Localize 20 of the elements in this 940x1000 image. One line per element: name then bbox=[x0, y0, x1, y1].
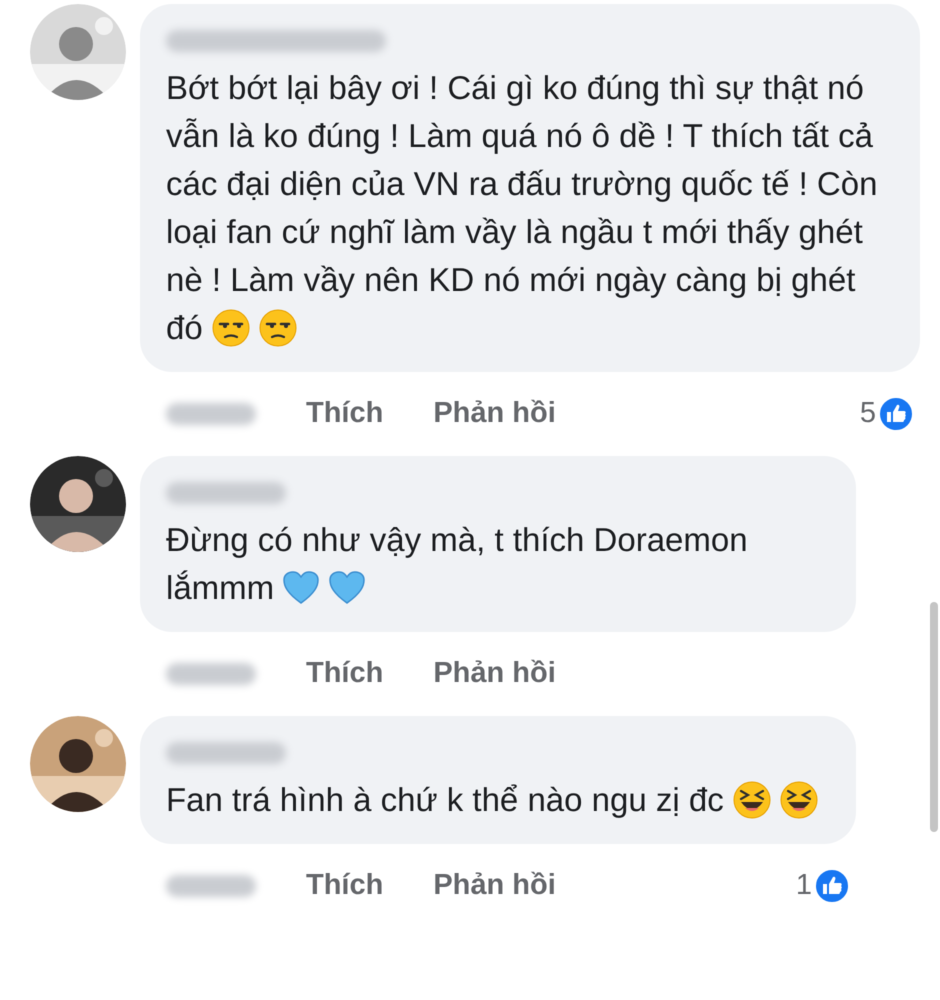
reply-link[interactable]: Phản hồi bbox=[433, 652, 556, 696]
comment-text: Đừng có như vậy mà, t thích Doraemon lắmmm bbox=[166, 520, 749, 608]
like-link[interactable]: Thích bbox=[306, 392, 384, 436]
reaction-count[interactable]: 1 bbox=[796, 864, 812, 908]
laughing-face-icon bbox=[732, 781, 771, 819]
unamused-face-icon bbox=[212, 309, 250, 347]
comment-text: Fan trá hình à chứ k thể nào ngu zị đc bbox=[166, 776, 830, 824]
like-link[interactable]: Thích bbox=[306, 652, 384, 696]
like-icon bbox=[814, 868, 850, 904]
reaction-count[interactable]: 5 bbox=[860, 392, 876, 436]
reply-link[interactable]: Phản hồi bbox=[433, 864, 556, 908]
like-link[interactable]: Thích bbox=[306, 864, 384, 908]
heart-icon bbox=[283, 571, 320, 605]
heart-icon bbox=[328, 571, 364, 605]
like-icon bbox=[878, 396, 914, 432]
reply-link[interactable]: Phản hồi bbox=[433, 392, 556, 436]
scrollbar[interactable] bbox=[930, 602, 938, 832]
comment-text: Bớt bớt lại bây ơi ! Cái gì ko đúng thì sự thật nó vẫn là ko đúng ! Làm quá nó ô dề ! T thích tất cả các đại diện của VN ra đấu trường quốc tế ! Còn loại fan cứ nghĩ làm vầy là ngầu t mới thấy ghét nè ! Làm vầy nên KD nó mới ngày càng bị ghét đó bbox=[166, 68, 878, 349]
unamused-face-icon bbox=[259, 309, 298, 347]
laughing-face-icon bbox=[780, 781, 818, 819]
